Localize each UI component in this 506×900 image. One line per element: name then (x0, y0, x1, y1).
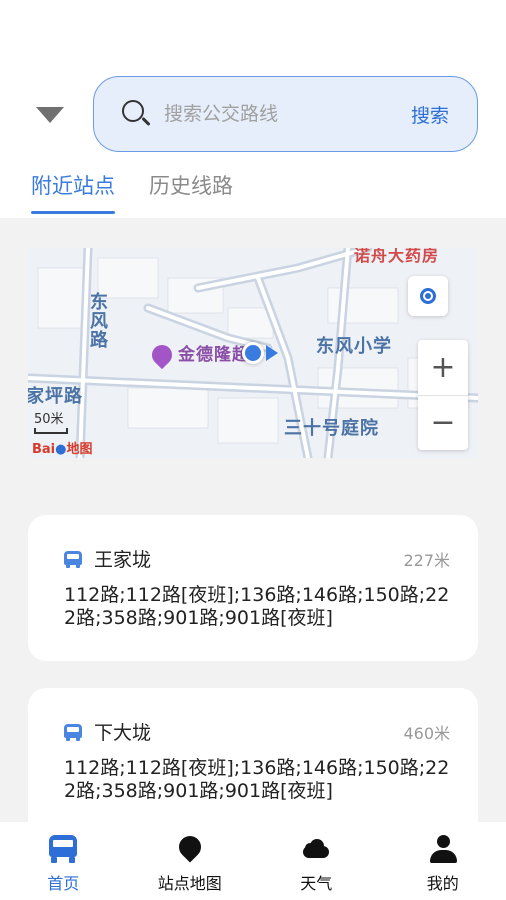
map-label-nuozhou: 诺舟大药房 (354, 248, 440, 265)
cloud-icon (301, 834, 331, 864)
nav-label: 站点地图 (157, 874, 222, 893)
triangle-down-icon (36, 107, 64, 123)
bus-icon (48, 834, 78, 864)
content-area: 东风路 金德隆超 东风小学 三十号庭院 家坪路 诺舟大药房 + − 50米 Ba… (0, 218, 506, 822)
locate-me-button[interactable] (408, 276, 448, 316)
search-button[interactable]: 搜索 (411, 101, 449, 128)
station-card[interactable]: 王家垅 227米 112路;112路[夜班];136路;146路;150路;22… (28, 515, 478, 661)
station-distance: 227米 (403, 550, 450, 570)
baidu-map-logo: Bai●地图 (32, 442, 93, 457)
nav-label: 我的 (426, 874, 459, 893)
zoom-controls: + − (418, 340, 468, 450)
station-name: 下大垅 (94, 722, 152, 744)
user-icon (428, 834, 458, 864)
map-label-dongfeng-road: 东风路 (87, 292, 108, 349)
zoom-in-button[interactable]: + (418, 340, 468, 396)
header-area: 搜索 附近站点 历史线路 (0, 0, 506, 218)
nav-label: 首页 (47, 874, 80, 893)
poi-marker-icon (147, 340, 177, 370)
tab-history-routes[interactable]: 历史线路 (149, 170, 233, 214)
heading-arrow-icon (266, 345, 278, 361)
station-routes: 112路;112路[夜班];136路;146路;150路;222路;358路;9… (64, 584, 450, 629)
city-dropdown-button[interactable] (34, 104, 66, 126)
zoom-out-button[interactable]: − (418, 396, 468, 451)
map-scale: 50米 (34, 408, 68, 434)
station-card[interactable]: 下大垅 460米 112路;112路[夜班];136路;146路;150路;22… (28, 688, 478, 822)
nav-home[interactable]: 首页 (0, 822, 127, 900)
nav-weather[interactable]: 天气 (253, 822, 380, 900)
map-label-dongfeng-school: 东风小学 (316, 336, 392, 357)
map-label-sanshihao: 三十号庭院 (284, 418, 379, 439)
tab-nearby-stations[interactable]: 附近站点 (31, 170, 115, 214)
nav-station-map[interactable]: 站点地图 (127, 822, 254, 900)
search-icon (120, 98, 152, 130)
station-name: 王家垅 (94, 549, 152, 571)
search-bar: 搜索 (93, 76, 478, 152)
station-distance: 460米 (403, 723, 450, 743)
map-label-jiaping-road: 家坪路 (28, 386, 83, 407)
map-pin-icon (174, 831, 206, 864)
station-routes: 112路;112路[夜班];136路;146路;150路;222路;358路;9… (64, 757, 450, 802)
tab-bar: 附近站点 历史线路 (31, 170, 267, 214)
bus-icon (64, 723, 82, 741)
search-input[interactable] (164, 103, 411, 125)
crosshair-icon (420, 288, 436, 304)
bus-icon (64, 550, 82, 568)
current-location-dot (242, 342, 264, 364)
map-view[interactable]: 东风路 金德隆超 东风小学 三十号庭院 家坪路 诺舟大药房 + − 50米 Ba… (28, 248, 478, 458)
nav-label: 天气 (300, 874, 333, 893)
bottom-nav: 首页 站点地图 天气 我的 (0, 822, 506, 900)
nav-mine[interactable]: 我的 (380, 822, 506, 900)
map-label-jindelong: 金德隆超 (147, 340, 250, 370)
